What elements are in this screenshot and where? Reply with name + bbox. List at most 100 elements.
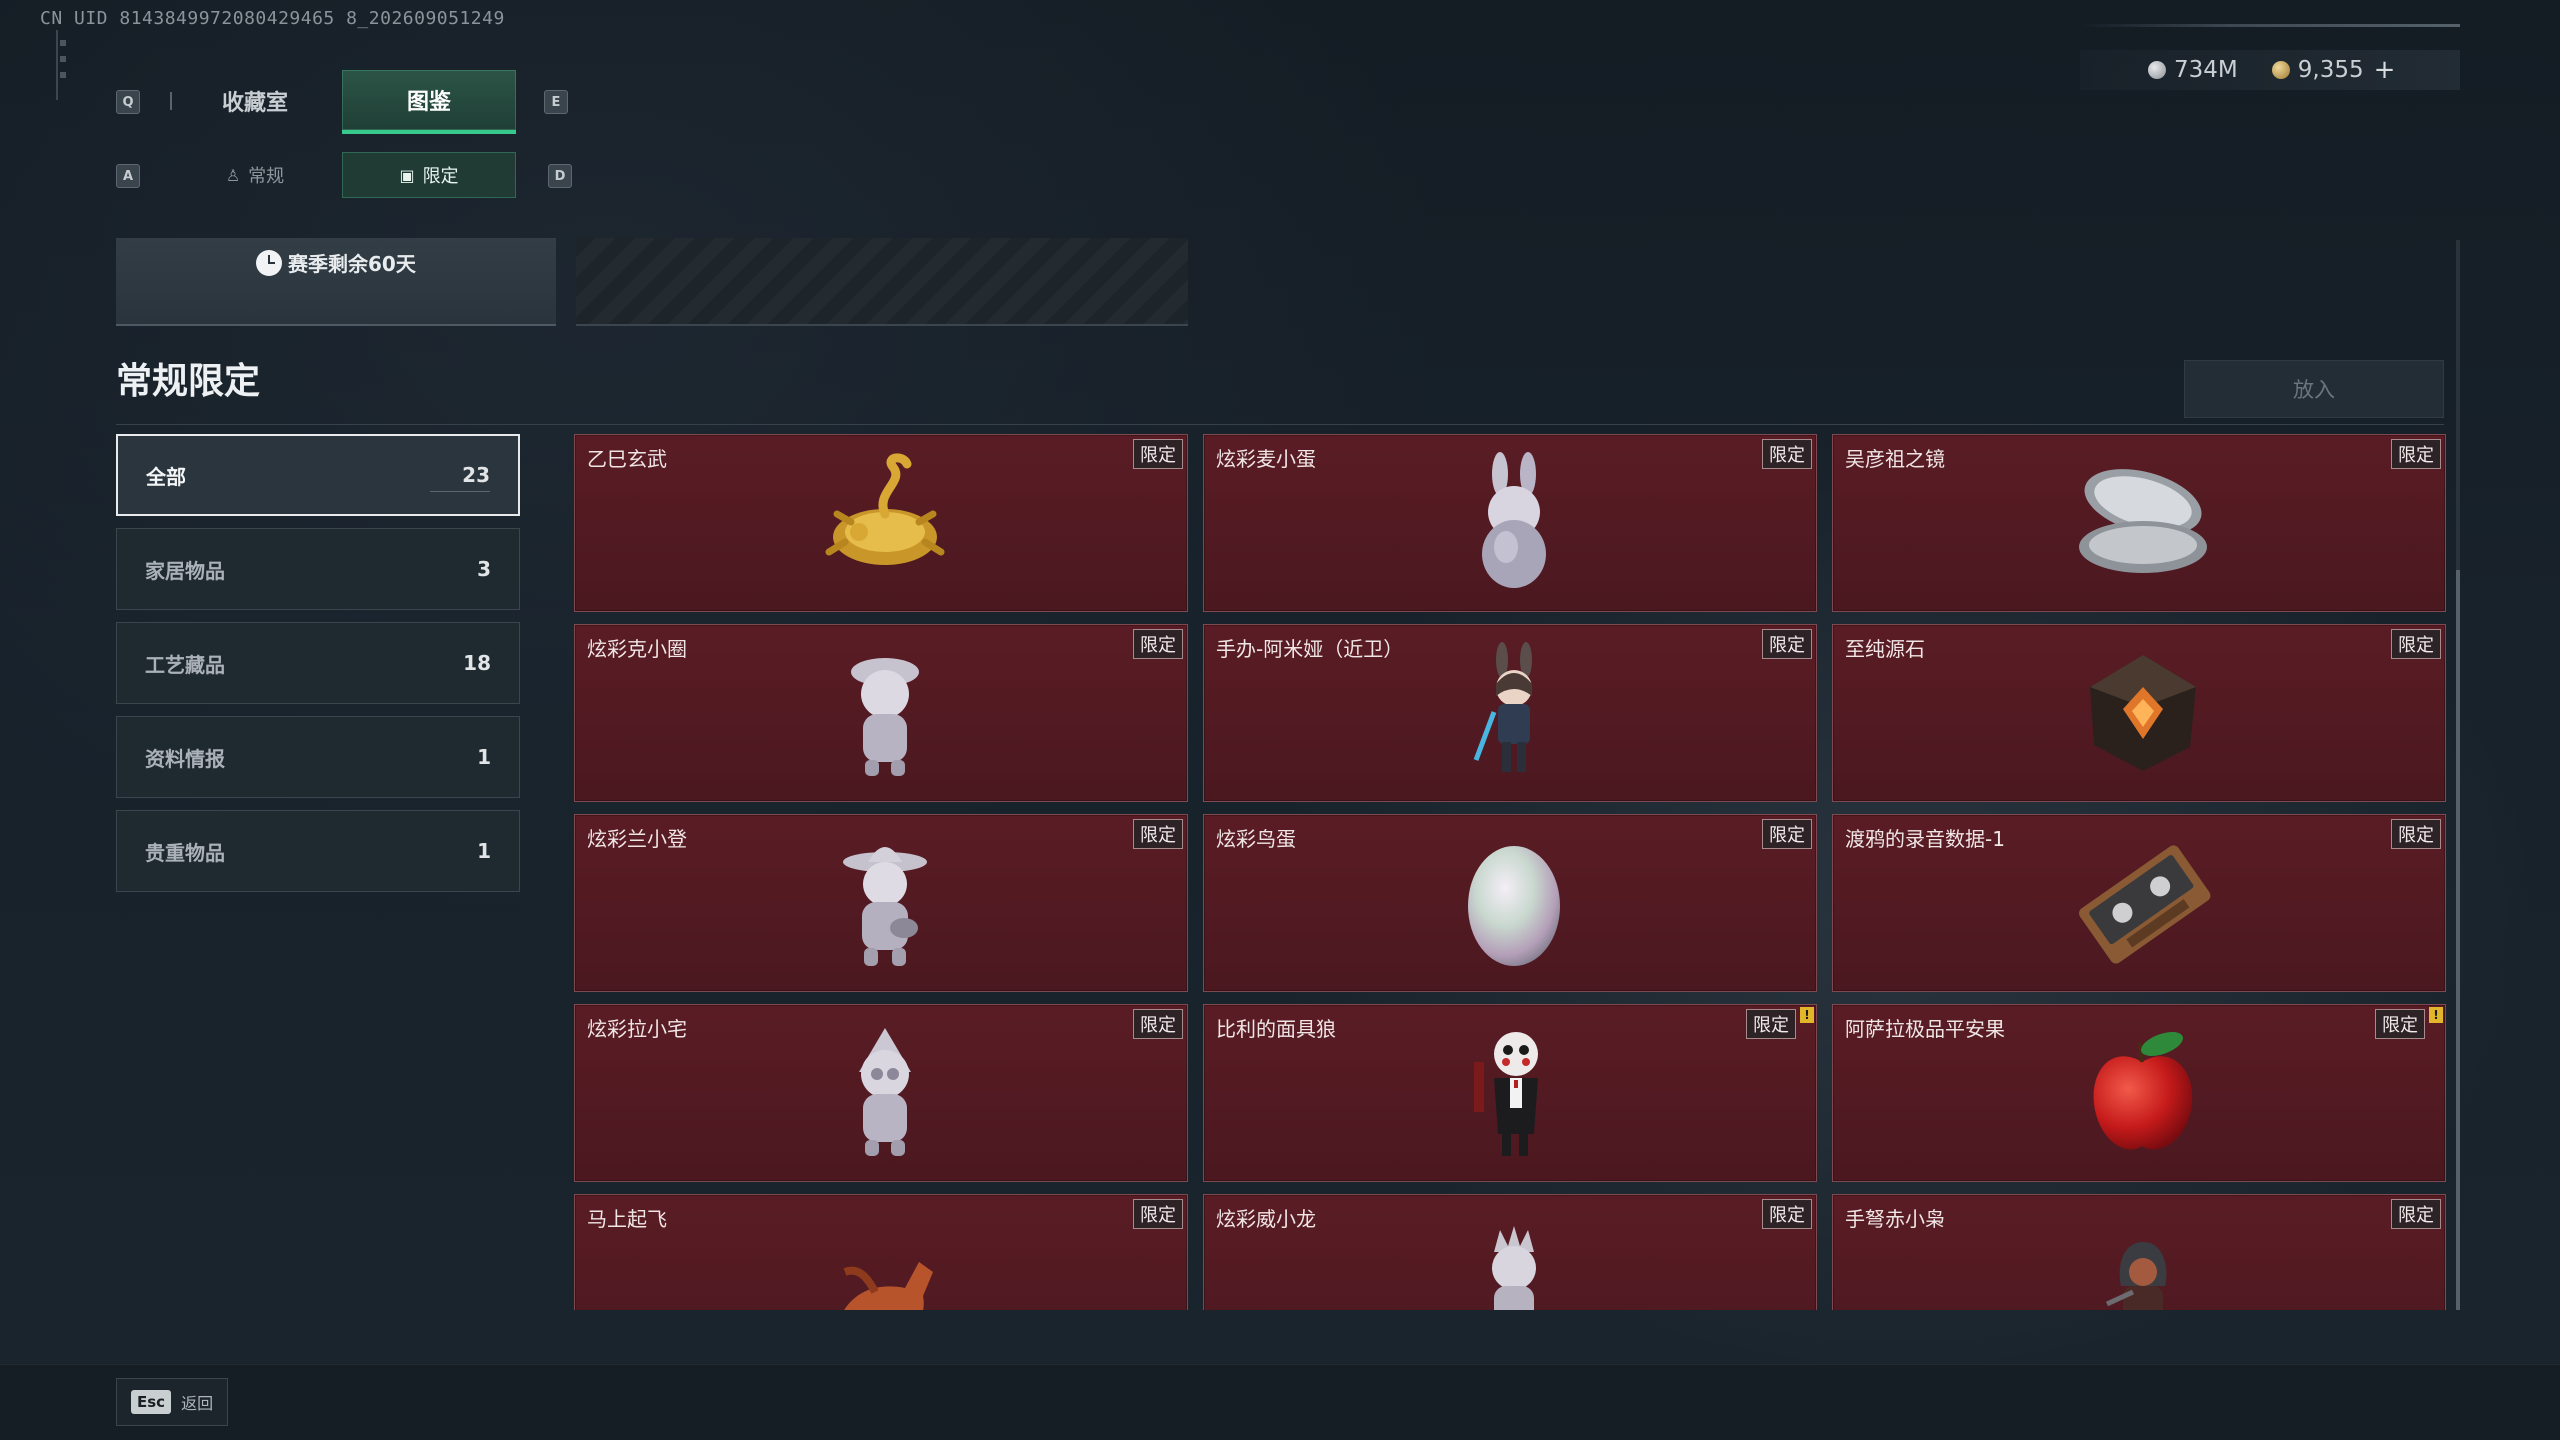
category-craft-collectibles[interactable]: 工艺藏品 18: [116, 622, 520, 704]
item-name: 炫彩拉小宅: [587, 1017, 687, 1041]
item-card[interactable]: 至纯源石 限定: [1832, 624, 2446, 802]
item-name: 至纯源石: [1845, 637, 1925, 661]
limited-badge: 限定: [2375, 1009, 2425, 1039]
sombrero-figure-icon: [805, 827, 965, 977]
locked-banner-slot: [576, 238, 1188, 326]
item-card[interactable]: 手弩赤小枭 限定: [1832, 1194, 2446, 1310]
item-card[interactable]: 马上起飞 限定: [574, 1194, 1188, 1310]
iridescent-egg-icon: [1434, 827, 1594, 977]
back-button[interactable]: Esc 返回: [116, 1378, 228, 1426]
item-name: 炫彩兰小登: [587, 827, 687, 851]
item-card[interactable]: 炫彩麦小蛋 限定: [1203, 434, 1817, 612]
tab-regular-label: 常规: [248, 166, 285, 187]
golden-snake-turtle-icon: [805, 447, 965, 597]
item-card[interactable]: 炫彩鸟蛋 限定: [1203, 814, 1817, 992]
limited-badge: 限定: [1746, 1009, 1796, 1039]
item-card[interactable]: 炫彩威小龙 限定: [1203, 1194, 1817, 1310]
crossbow-hood-figure-icon: [2063, 1207, 2223, 1310]
key-hint-prev-tab: Q: [116, 90, 140, 114]
tab-limited-label: 限定: [422, 166, 459, 187]
item-card[interactable]: 阿萨拉极品平安果 限定 !: [1832, 1004, 2446, 1182]
uid-label: CN UID 8143849972080429465 8_20260905124…: [40, 8, 505, 29]
item-card[interactable]: 炫彩拉小宅 限定: [574, 1004, 1188, 1182]
put-in-button[interactable]: 放入: [2184, 360, 2444, 418]
billy-puppet-icon: [1434, 1017, 1594, 1167]
add-currency-button[interactable]: +: [2374, 55, 2396, 85]
limited-badge: 限定: [2391, 1199, 2441, 1229]
category-label: 工艺藏品: [145, 652, 225, 677]
category-count: 23: [462, 463, 490, 487]
item-card[interactable]: 比利的面具狼 限定 !: [1203, 1004, 1817, 1182]
item-name: 阿萨拉极品平安果: [1845, 1017, 2005, 1041]
item-grid: 乙巳玄武 限定 炫彩麦小蛋 限定 吴彦祖之镜 限定 炫彩克小圈 限定 手办-阿米…: [572, 432, 2450, 1310]
amiya-figure-icon: [1434, 637, 1594, 787]
sub-tabs: ♙ 常规 ▣ 限定: [168, 152, 516, 198]
item-name: 炫彩麦小蛋: [1216, 447, 1316, 471]
limited-badge: 限定: [1133, 819, 1183, 849]
tab-collection-room[interactable]: 收藏室: [168, 70, 342, 134]
category-count: 3: [477, 557, 491, 581]
currency-gold-value: 9,355: [2297, 57, 2364, 83]
cassette-tape-icon: [2063, 827, 2223, 977]
item-card[interactable]: 吴彦祖之镜 限定: [1832, 434, 2446, 612]
bunny-egg-figure-icon: [1434, 447, 1594, 597]
limited-badge: 限定: [1762, 1199, 1812, 1229]
compact-mirror-icon: [2063, 447, 2223, 597]
category-label: 资料情报: [145, 746, 225, 771]
category-count: 1: [477, 745, 491, 769]
limited-badge: 限定: [1133, 439, 1183, 469]
tab-separator: [170, 92, 172, 110]
currency-top-line: [2080, 24, 2460, 27]
grid-scrollbar-thumb[interactable]: [2456, 570, 2460, 1310]
key-hint-prev-subtab: A: [116, 164, 140, 188]
silver-coin-icon: [2148, 61, 2166, 79]
category-home-items[interactable]: 家居物品 3: [116, 528, 520, 610]
tab-limited[interactable]: ▣ 限定: [342, 152, 516, 198]
category-count: 1: [477, 839, 491, 863]
item-name: 马上起飞: [587, 1207, 667, 1231]
limited-badge: 限定: [2391, 819, 2441, 849]
item-card[interactable]: 炫彩兰小登 限定: [574, 814, 1188, 992]
tab-codex[interactable]: 图鉴: [342, 70, 516, 134]
image-icon: ▣: [399, 165, 415, 185]
category-count: 18: [463, 651, 491, 675]
item-name: 吴彦祖之镜: [1845, 447, 1945, 471]
tab-regular[interactable]: ♙ 常规: [168, 152, 342, 198]
clock-icon: [256, 249, 282, 276]
section-title: 常规限定: [116, 361, 261, 402]
item-card[interactable]: 渡鸦的录音数据-1 限定: [1832, 814, 2446, 992]
originium-crystal-icon: [2063, 637, 2223, 787]
season-remaining-text: 赛季剩余60天: [288, 252, 416, 276]
item-card[interactable]: 炫彩克小圈 限定: [574, 624, 1188, 802]
main-tabs: 收藏室 图鉴: [168, 70, 516, 134]
item-card[interactable]: 手办-阿米娅（近卫） 限定: [1203, 624, 1817, 802]
limited-badge: 限定: [2391, 439, 2441, 469]
currency-gold: 9,355 +: [2271, 55, 2396, 85]
esc-key-hint: Esc: [131, 1390, 172, 1414]
flying-horse-icon: [805, 1207, 965, 1310]
item-name: 比利的面具狼: [1216, 1017, 1336, 1041]
new-alert-icon: !: [1800, 1007, 1814, 1023]
item-card[interactable]: 乙巳玄武 限定: [574, 434, 1188, 612]
category-valuables[interactable]: 贵重物品 1: [116, 810, 520, 892]
side-ornament: [56, 30, 70, 100]
season-banner[interactable]: 赛季剩余60天: [116, 238, 556, 326]
limited-badge: 限定: [1133, 1199, 1183, 1229]
item-name: 乙巳玄武: [587, 447, 667, 471]
gold-coin-icon: [2271, 61, 2290, 79]
limited-badge: 限定: [2391, 629, 2441, 659]
limited-badge: 限定: [1762, 819, 1812, 849]
item-name: 炫彩克小圈: [587, 637, 687, 661]
limited-badge: 限定: [1133, 1009, 1183, 1039]
bottom-bar: [0, 1364, 2560, 1440]
currency-silver-value: 734M: [2174, 57, 2238, 83]
red-apple-icon: [2063, 1017, 2223, 1167]
category-intel[interactable]: 资料情报 1: [116, 716, 520, 798]
item-name: 炫彩威小龙: [1216, 1207, 1316, 1231]
figure-icon: ♙: [225, 165, 241, 185]
category-all[interactable]: 全部 23: [116, 434, 520, 516]
limited-badge: 限定: [1762, 439, 1812, 469]
dragon-figure-icon: [1434, 1207, 1594, 1310]
item-name: 渡鸦的录音数据-1: [1845, 827, 2005, 851]
limited-badge: 限定: [1762, 629, 1812, 659]
